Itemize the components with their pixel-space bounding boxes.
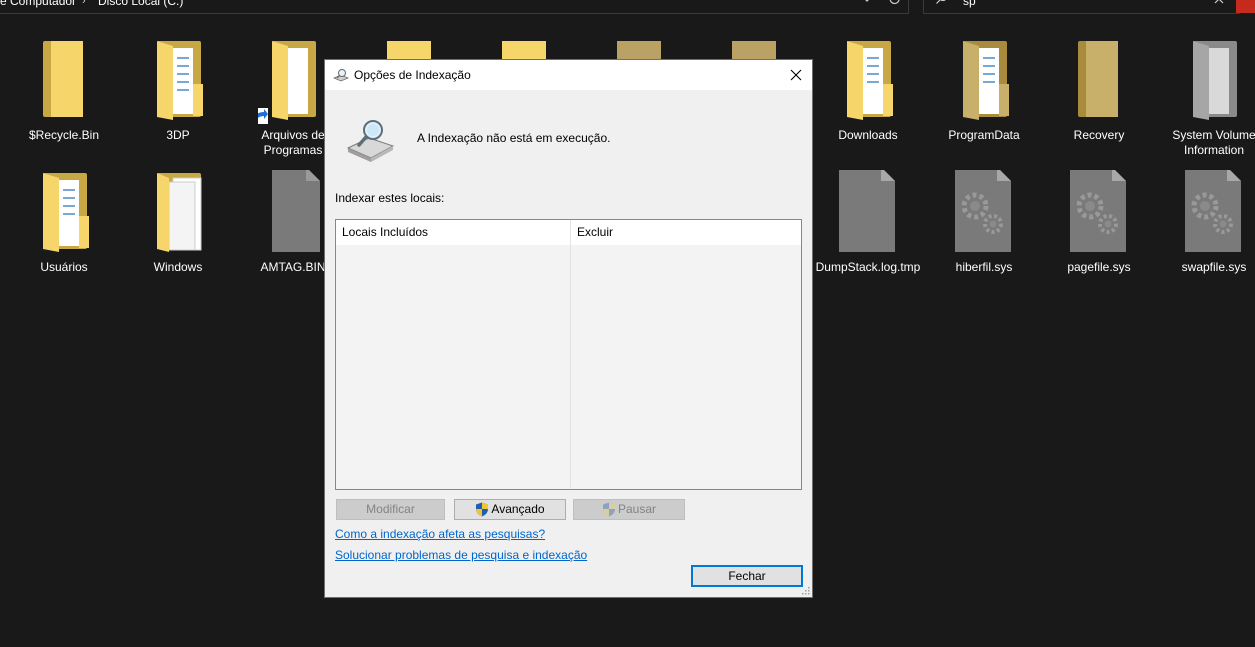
folder-docs-icon: [29, 170, 99, 256]
section-label: Indexar estes locais:: [335, 191, 445, 205]
indexing-status-text: A Indexação não está em execução.: [417, 131, 611, 145]
clear-search-icon[interactable]: [1212, 0, 1226, 6]
indexing-options-dialog: Opções de Indexação A Indexação não está…: [324, 59, 813, 598]
troubleshoot-link[interactable]: Solucionar problemas de pesquisa e index…: [335, 548, 587, 562]
file-icon: [258, 167, 328, 256]
file-item[interactable]: 3DP: [123, 38, 233, 143]
file-item[interactable]: ProgramData: [929, 38, 1039, 143]
window-close-icon[interactable]: [1236, 0, 1255, 13]
folder-docs-icon: [143, 38, 213, 124]
system-file-icon: [1064, 167, 1134, 256]
file-item[interactable]: Usuários: [9, 170, 119, 275]
explorer-toolbar: e Computador › Disco Local (C:) sp: [0, 0, 1255, 16]
file-item[interactable]: pagefile.sys: [1044, 167, 1154, 275]
file-item[interactable]: System Volume Information: [1159, 38, 1255, 158]
file-item[interactable]: hiberfil.sys: [929, 167, 1039, 275]
system-file-icon: [949, 167, 1019, 256]
indexing-icon: [333, 69, 349, 82]
column-header-exclude[interactable]: Excluir: [571, 220, 801, 245]
dialog-titlebar[interactable]: Opções de Indexação: [325, 60, 812, 90]
advanced-label: Avançado: [491, 502, 545, 516]
file-item[interactable]: $Recycle.Bin: [9, 38, 119, 143]
file-item[interactable]: Downloads: [813, 38, 923, 143]
column-header-included[interactable]: Locais Incluídos: [336, 220, 570, 245]
resize-grip-icon[interactable]: [800, 585, 810, 595]
folder-shortcut-icon: [250, 38, 328, 126]
file-item[interactable]: Windows: [123, 170, 233, 275]
shield-icon: [476, 502, 489, 517]
folder-icon: [29, 38, 99, 124]
file-item[interactable]: DumpStack.log.tmp: [813, 167, 923, 275]
pause-button[interactable]: Pausar: [573, 499, 685, 520]
folder-docs-icon: [833, 38, 903, 124]
file-item[interactable]: Recovery: [1044, 38, 1154, 143]
column-divider[interactable]: [570, 220, 571, 489]
close-button[interactable]: Fechar: [691, 565, 803, 587]
folder-icon: [1064, 38, 1134, 124]
advanced-button[interactable]: Avançado: [454, 499, 566, 520]
close-icon[interactable]: [780, 60, 812, 90]
folder-gray-icon: [1179, 38, 1249, 124]
indexing-status-icon: [346, 120, 395, 162]
indexed-locations-list[interactable]: Locais Incluídos Excluir: [335, 219, 802, 490]
breadcrumb-local-disk[interactable]: Disco Local (C:): [98, 0, 183, 8]
dialog-title: Opções de Indexação: [354, 68, 471, 82]
breadcrumb-separator-icon: ›: [82, 0, 86, 7]
chevron-down-icon[interactable]: [860, 0, 874, 6]
pause-label: Pausar: [617, 502, 657, 516]
file-item[interactable]: swapfile.sys: [1159, 167, 1255, 275]
system-file-icon: [1179, 167, 1249, 256]
close-label: Fechar: [728, 568, 766, 583]
file-icon: [833, 167, 903, 256]
refresh-icon[interactable]: [888, 0, 902, 6]
search-input[interactable]: sp: [963, 0, 976, 8]
breadcrumb-computer[interactable]: e Computador: [0, 0, 76, 8]
modify-label: Modificar: [366, 502, 415, 516]
indexing-help-link[interactable]: Como a indexação afeta as pesquisas?: [335, 527, 545, 541]
shield-icon: [602, 502, 615, 517]
folder-docs-icon: [143, 170, 213, 256]
modify-button[interactable]: Modificar: [336, 499, 445, 520]
search-icon: [936, 0, 946, 4]
folder-docs-icon: [949, 38, 1019, 124]
